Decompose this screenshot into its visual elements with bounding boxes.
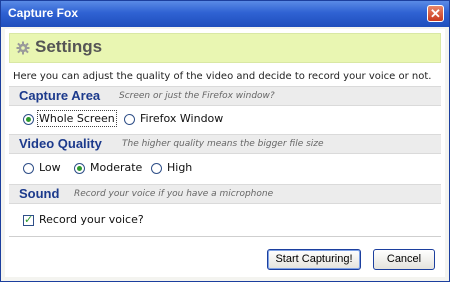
radio-whole-screen[interactable] — [23, 114, 34, 125]
record-voice-label[interactable]: Record your voice? — [39, 213, 144, 226]
radio-firefox-window[interactable] — [124, 114, 135, 125]
sound-options: Record your voice? — [9, 210, 441, 232]
intro-text: Here you can adjust the quality of the v… — [13, 71, 432, 82]
cancel-button[interactable]: Cancel — [373, 249, 435, 270]
video-quality-title: Video Quality — [19, 136, 102, 151]
dialog-body: Settings Here you can adjust the quality… — [5, 29, 445, 277]
footer-divider — [9, 236, 441, 237]
radio-high[interactable] — [151, 163, 162, 174]
window-title: Capture Fox — [8, 6, 79, 20]
settings-banner: Settings — [9, 33, 441, 63]
capture-area-hint: Screen or just the Firefox window? — [119, 91, 275, 101]
option-low-label[interactable]: Low — [39, 161, 61, 174]
option-moderate-label[interactable]: Moderate — [90, 161, 142, 174]
sound-header: Sound Record your voice if you have a mi… — [9, 184, 441, 204]
title-bar[interactable]: Capture Fox ✕ — [1, 1, 449, 27]
capture-area-header: Capture Area Screen or just the Firefox … — [9, 86, 441, 106]
radio-low[interactable] — [23, 163, 34, 174]
option-firefox-window-label[interactable]: Firefox Window — [140, 112, 223, 125]
capture-fox-dialog: Capture Fox ✕ Settings Here you can adju… — [0, 0, 450, 282]
video-quality-header: Video Quality The higher quality means t… — [9, 134, 441, 154]
radio-moderate[interactable] — [74, 163, 85, 174]
page-title: Settings — [35, 37, 103, 56]
video-quality-options: Low Moderate High — [9, 158, 441, 180]
close-icon: ✕ — [430, 6, 441, 21]
option-whole-screen-label[interactable]: Whole Screen — [37, 110, 117, 127]
video-quality-hint: The higher quality means the bigger file… — [122, 139, 324, 149]
start-capturing-button[interactable]: Start Capturing! — [267, 249, 361, 270]
gear-icon — [16, 41, 30, 55]
capture-area-title: Capture Area — [19, 88, 101, 103]
record-voice-checkbox[interactable] — [23, 213, 34, 226]
capture-area-options: Whole Screen Firefox Window — [9, 109, 441, 131]
sound-title: Sound — [19, 186, 60, 201]
option-high-label[interactable]: High — [167, 161, 192, 174]
close-button[interactable]: ✕ — [427, 5, 444, 22]
sound-hint: Record your voice if you have a micropho… — [74, 189, 274, 199]
